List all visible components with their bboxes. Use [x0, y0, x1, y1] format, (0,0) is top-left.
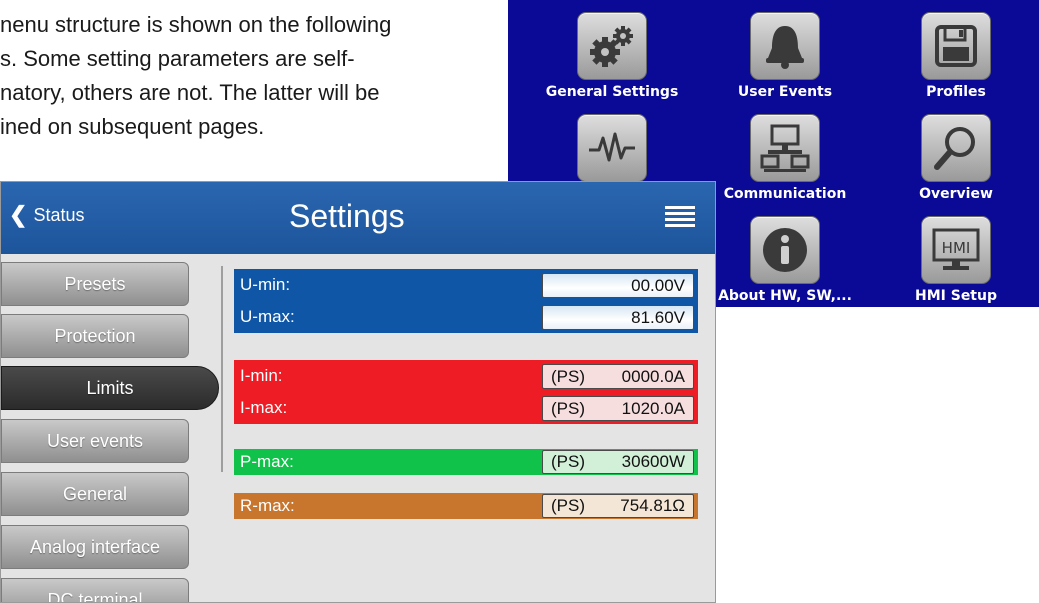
- back-label: Status: [33, 204, 85, 225]
- nav-item-general[interactable]: General: [1, 472, 189, 516]
- settings-window: ❮ Status Settings Presets Protection Lim…: [0, 181, 716, 603]
- menu-label: User Events: [737, 84, 833, 100]
- i-min-value: 0000.0A: [621, 366, 685, 386]
- u-max-value-field[interactable]: 81.60V: [542, 305, 694, 330]
- bell-icon: [750, 12, 820, 80]
- doc-line: nenu structure is shown on the following: [0, 12, 392, 37]
- u-min-value: 00.00V: [631, 275, 685, 295]
- magnifier-icon: [921, 114, 991, 182]
- nav-item-protection[interactable]: Protection: [1, 314, 189, 358]
- doc-line: natory, others are not. The latter will …: [0, 80, 380, 105]
- menu-item-profiles[interactable]: Profiles: [886, 12, 1026, 100]
- document-text: nenu structure is shown on the following…: [0, 8, 500, 144]
- i-max-label: I-max:: [240, 398, 288, 417]
- r-max-value-field[interactable]: (PS) 754.81Ω: [542, 494, 694, 518]
- waveform-icon: [577, 114, 647, 182]
- network-icon: [750, 114, 820, 182]
- i-min-value-field[interactable]: (PS) 0000.0A: [542, 364, 694, 389]
- nav-item-dc-terminal[interactable]: DC terminal: [1, 578, 189, 602]
- floppy-disk-icon: [921, 12, 991, 80]
- r-max-value: 754.81Ω: [620, 496, 685, 515]
- doc-line: s. Some setting parameters are self-: [0, 46, 355, 71]
- menu-label: About HW, SW,...: [718, 288, 852, 304]
- hamburger-menu-icon[interactable]: [665, 206, 695, 228]
- voltage-limits-group: U-min: 00.00V U-max: 81.60V: [234, 269, 698, 333]
- svg-text:HMI: HMI: [942, 239, 971, 257]
- i-min-label: I-min:: [240, 366, 283, 385]
- menu-item-overview[interactable]: Overview: [886, 114, 1026, 202]
- nav-item-analog-interface[interactable]: Analog interface: [1, 525, 189, 569]
- r-max-label: R-max:: [240, 496, 295, 515]
- u-min-row: U-min: 00.00V: [234, 269, 698, 301]
- menu-item-general-settings[interactable]: General Settings: [542, 12, 682, 100]
- menu-item-about[interactable]: About HW, SW,...: [715, 216, 855, 304]
- u-max-label: U-max:: [240, 307, 295, 326]
- menu-item-waveform[interactable]: [542, 114, 682, 186]
- r-max-row: R-max: (PS) 754.81Ω: [234, 493, 698, 519]
- doc-line: ined on subsequent pages.: [0, 114, 265, 139]
- menu-label: Communication: [723, 186, 847, 202]
- menu-item-user-events[interactable]: User Events: [715, 12, 855, 100]
- p-max-label: P-max:: [240, 452, 294, 471]
- ps-prefix: (PS): [551, 496, 585, 515]
- resistance-limits-group: R-max: (PS) 754.81Ω: [234, 493, 698, 519]
- p-max-value-field[interactable]: (PS) 30600W: [542, 450, 694, 474]
- i-max-row: I-max: (PS) 1020.0A: [234, 392, 698, 424]
- menu-label: General Settings: [545, 84, 679, 100]
- ps-prefix: (PS): [551, 398, 585, 418]
- info-icon: [750, 216, 820, 284]
- page-title: Settings: [289, 198, 405, 234]
- p-max-value: 30600W: [621, 452, 685, 471]
- p-max-row: P-max: (PS) 30600W: [234, 449, 698, 475]
- menu-label: Overview: [919, 186, 993, 202]
- nav-item-user-events[interactable]: User events: [1, 419, 189, 463]
- chevron-left-icon: ❮: [9, 202, 28, 227]
- current-limits-group: I-min: (PS) 0000.0A I-max: (PS) 1020.0A: [234, 360, 698, 424]
- power-limits-group: P-max: (PS) 30600W: [234, 449, 698, 475]
- gears-icon: [577, 12, 647, 80]
- nav-divider: [221, 266, 223, 472]
- menu-item-hmi-setup[interactable]: HMI HMI Setup: [886, 216, 1026, 304]
- menu-label: Profiles: [926, 84, 986, 100]
- ps-prefix: (PS): [551, 452, 585, 471]
- menu-item-communication[interactable]: Communication: [715, 114, 855, 202]
- u-min-label: U-min:: [240, 275, 291, 294]
- back-to-status-button[interactable]: ❮ Status: [9, 204, 84, 226]
- ps-prefix: (PS): [551, 366, 585, 386]
- u-min-value-field[interactable]: 00.00V: [542, 273, 694, 298]
- i-max-value-field[interactable]: (PS) 1020.0A: [542, 396, 694, 421]
- nav-item-presets[interactable]: Presets: [1, 262, 189, 306]
- i-max-value: 1020.0A: [621, 398, 685, 418]
- hmi-monitor-icon: HMI: [921, 216, 991, 284]
- nav-item-limits[interactable]: Limits: [1, 366, 219, 410]
- u-max-row: U-max: 81.60V: [234, 301, 698, 333]
- i-min-row: I-min: (PS) 0000.0A: [234, 360, 698, 392]
- menu-label: HMI Setup: [915, 288, 997, 304]
- u-max-value: 81.60V: [631, 307, 685, 327]
- settings-header: ❮ Status Settings: [1, 182, 715, 254]
